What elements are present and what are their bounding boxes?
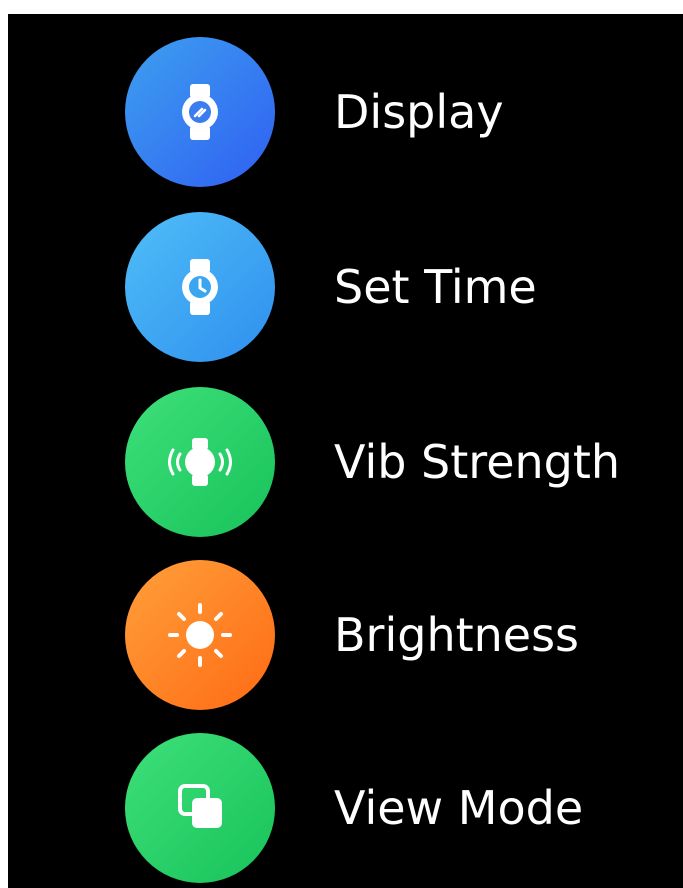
set-time-label: Set Time	[334, 260, 537, 314]
menu-item-view-mode[interactable]: View Mode	[8, 728, 683, 888]
menu-item-set-time[interactable]: Set Time	[8, 207, 683, 367]
menu-item-brightness[interactable]: Brightness	[8, 555, 683, 715]
watch-face-icon	[182, 84, 218, 140]
set-time-icon-circle	[125, 212, 275, 362]
view-mode-icon-circle	[125, 733, 275, 883]
display-label: Display	[334, 85, 504, 139]
display-icon-circle	[125, 37, 275, 187]
watch-screen: Display Set Time Vib Strength Brightness…	[8, 14, 683, 888]
view-mode-icon	[178, 784, 222, 828]
vib-strength-label: Vib Strength	[334, 435, 621, 489]
brightness-label: Brightness	[334, 608, 580, 662]
view-mode-label: View Mode	[334, 781, 584, 835]
menu-item-vib-strength[interactable]: Vib Strength	[8, 382, 683, 542]
menu-item-display[interactable]: Display	[8, 32, 683, 192]
watch-vibration-icon	[168, 438, 232, 486]
watch-clock-icon	[182, 259, 218, 315]
brightness-icon-circle	[125, 560, 275, 710]
vib-strength-icon-circle	[125, 387, 275, 537]
sun-icon	[168, 603, 232, 667]
